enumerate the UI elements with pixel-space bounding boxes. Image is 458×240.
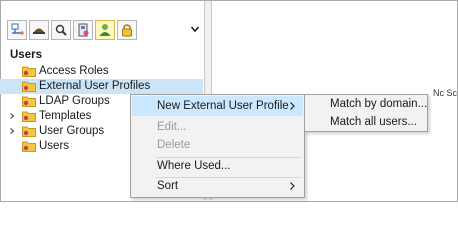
folder-icon bbox=[22, 66, 36, 77]
network-objects-button[interactable] bbox=[7, 20, 27, 40]
tree-item-access-roles[interactable]: Access Roles bbox=[0, 64, 203, 79]
object-category-toolbar bbox=[7, 20, 137, 42]
submenu: Match by domain... Match all users... bbox=[304, 94, 428, 132]
services-button[interactable] bbox=[29, 20, 49, 40]
menu-item-match-all-users[interactable]: Match all users... bbox=[306, 114, 426, 131]
submenu-arrow-icon bbox=[290, 182, 295, 190]
menu-item-label: Match by domain... bbox=[330, 98, 428, 110]
tree-item-label: Templates bbox=[39, 110, 92, 122]
context-menu: New External User Profile Edit... Delete… bbox=[130, 94, 305, 198]
user-group-icon bbox=[99, 24, 111, 36]
tree-item-external-user-profiles[interactable]: External User Profiles bbox=[0, 79, 203, 94]
tree-item-label: Access Roles bbox=[39, 65, 109, 77]
user-card-icon bbox=[78, 23, 89, 37]
folder-icon bbox=[22, 126, 36, 137]
menu-item-edit[interactable]: Edit... bbox=[132, 117, 303, 137]
tree-item-label: User Groups bbox=[39, 125, 105, 137]
menu-item-delete[interactable]: Delete bbox=[132, 135, 303, 155]
menu-item-label: Match all users... bbox=[330, 116, 417, 128]
right-pane-text: Nc Sc bbox=[433, 88, 457, 98]
menu-item-label: Edit... bbox=[157, 121, 187, 133]
tree-item-label: External User Profiles bbox=[39, 80, 151, 92]
network-node-icon bbox=[11, 23, 24, 35]
menu-item-where-used[interactable]: Where Used... bbox=[132, 156, 303, 176]
folder-icon bbox=[22, 111, 36, 122]
tree-item-label: LDAP Groups bbox=[39, 95, 110, 107]
menu-item-label: Where Used... bbox=[157, 160, 231, 172]
lock-icon bbox=[122, 24, 132, 37]
section-title: Users bbox=[10, 49, 42, 61]
menu-item-label: Sort bbox=[157, 180, 179, 192]
folder-icon bbox=[22, 81, 36, 92]
tree-item-label: Users bbox=[39, 140, 70, 152]
user-hat-icon bbox=[33, 28, 45, 34]
menu-item-match-by-domain[interactable]: Match by domain... bbox=[306, 96, 428, 113]
folder-icon bbox=[22, 141, 36, 152]
chevron-right-icon[interactable] bbox=[9, 113, 15, 119]
menu-item-label: Delete bbox=[157, 139, 191, 151]
servers-button[interactable] bbox=[117, 20, 137, 40]
chevron-right-icon[interactable] bbox=[9, 128, 15, 134]
custom-application-button[interactable] bbox=[51, 20, 71, 40]
menu-item-label: New External User Profile bbox=[157, 100, 289, 112]
menu-item-sort[interactable]: Sort bbox=[132, 176, 303, 196]
submenu-arrow-icon bbox=[290, 102, 295, 110]
menu-item-new-external-user-profile[interactable]: New External User Profile bbox=[132, 96, 303, 116]
chevron-down-icon[interactable] bbox=[190, 24, 200, 34]
vpn-communities-button[interactable] bbox=[73, 20, 93, 40]
folder-icon bbox=[22, 96, 36, 107]
search-key-icon bbox=[55, 24, 67, 36]
users-button[interactable] bbox=[95, 20, 115, 40]
